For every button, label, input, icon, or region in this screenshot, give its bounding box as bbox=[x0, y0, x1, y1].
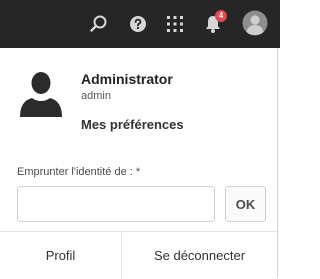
top-navigation-bar: 4 bbox=[0, 0, 280, 48]
my-preferences-link[interactable]: Mes préférences bbox=[81, 117, 184, 132]
popover-footer: Profil Se déconnecter bbox=[0, 231, 277, 279]
help-icon[interactable] bbox=[126, 12, 150, 36]
search-icon[interactable] bbox=[87, 12, 111, 36]
user-login-name: admin bbox=[81, 90, 111, 102]
profile-button[interactable]: Profil bbox=[0, 232, 122, 279]
impersonate-ok-button[interactable]: OK bbox=[225, 186, 266, 222]
grid-icon[interactable] bbox=[163, 12, 187, 36]
sign-out-button[interactable]: Se déconnecter bbox=[122, 232, 277, 279]
user-account-popover: Administrator admin Mes préférences Empr… bbox=[0, 48, 278, 279]
notification-count-badge: 4 bbox=[215, 10, 227, 22]
impersonate-label: Emprunter l'identité de : * bbox=[17, 166, 141, 178]
user-display-name: Administrator bbox=[81, 71, 173, 87]
user-avatar-icon[interactable] bbox=[242, 10, 268, 36]
user-silhouette-icon bbox=[17, 70, 65, 118]
impersonate-user-input[interactable] bbox=[17, 186, 215, 222]
